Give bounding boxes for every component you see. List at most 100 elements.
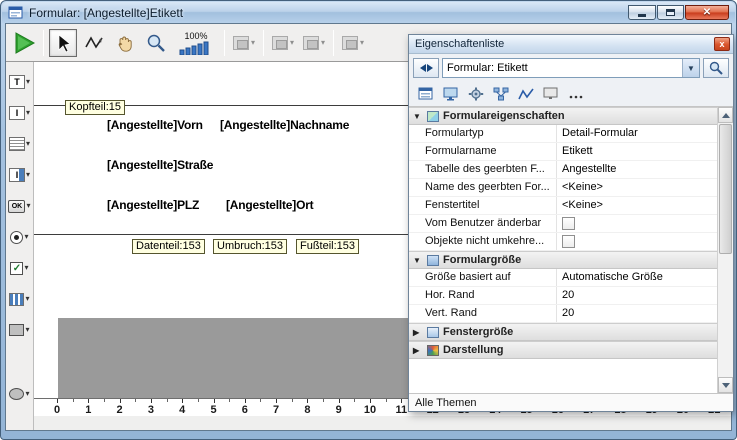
property-value[interactable]: 20 [557, 287, 717, 304]
form-view-button[interactable] [415, 84, 437, 104]
field-nachname[interactable]: [Angestellte]Nachname [220, 118, 349, 132]
property-section-row[interactable]: ▶Darstellung [409, 341, 717, 359]
property-value[interactable]: Etikett [557, 143, 717, 160]
section-tag-footer[interactable]: Fußteil:153 [296, 239, 359, 254]
property-checkbox[interactable] [562, 235, 575, 248]
properties-panel-close-button[interactable]: x [714, 37, 730, 51]
run-form-button[interactable] [10, 29, 38, 57]
field-plz[interactable]: [Angestellte]PLZ [107, 198, 199, 212]
field-ort[interactable]: [Angestellte]Ort [226, 198, 313, 212]
property-value[interactable] [557, 215, 717, 232]
ruler-minor-tick [354, 399, 355, 402]
search-properties-button[interactable] [703, 58, 729, 78]
gear-icon [468, 87, 484, 101]
property-checkbox[interactable] [562, 217, 575, 230]
curve-view-button[interactable] [515, 84, 537, 104]
titlebar[interactable]: Formular: [Angestellte]Etikett ✕ [2, 2, 735, 23]
pan-button[interactable] [111, 29, 139, 57]
screen-view-button[interactable] [540, 84, 562, 104]
listbox-tool-icon [9, 137, 25, 151]
property-row[interactable]: Objekte nicht umkehre... [409, 233, 717, 251]
combobox-tool-button[interactable]: I ▾ [6, 163, 33, 187]
ellipse-tool-button[interactable]: ▾ [6, 382, 33, 406]
property-section-row[interactable]: ▼Formulareigenschaften [409, 107, 717, 125]
settings-button[interactable] [465, 84, 487, 104]
app-window: Formular: [Angestellte]Etikett ✕ [0, 0, 737, 440]
chevron-down-icon: ▾ [360, 39, 364, 47]
property-section-row[interactable]: ▶Fenstergröße [409, 323, 717, 341]
ruler-tick [120, 399, 121, 403]
size-icon [427, 255, 439, 266]
zoom-button[interactable] [142, 29, 170, 57]
theme-filter-bar[interactable]: Alle Themen [409, 393, 733, 411]
ruler-tick [151, 399, 152, 403]
button-tool-button[interactable]: OK ▾ [6, 194, 33, 218]
toolbar-separator [43, 30, 44, 56]
arrange-order-dropdown[interactable]: ▾ [269, 34, 297, 52]
scroll-up-button[interactable] [718, 107, 733, 123]
display-view-button[interactable] [440, 84, 462, 104]
ruler-minor-tick [135, 399, 136, 402]
properties-panel-titlebar[interactable]: Eigenschaftenliste x [409, 35, 733, 54]
property-row[interactable]: Tabelle des geerbten F...Angestellte [409, 161, 717, 179]
close-button[interactable]: ✕ [685, 5, 729, 20]
property-value[interactable]: 20 [557, 305, 717, 322]
align-objects-dropdown[interactable]: ▾ [230, 34, 258, 52]
property-section-row[interactable]: ▼Formulargröße [409, 251, 717, 269]
radio-button-tool-button[interactable]: ▾ [6, 225, 33, 249]
collapse-triangle-icon[interactable]: ▼ [413, 256, 423, 265]
minimize-button[interactable] [628, 5, 656, 20]
property-value[interactable]: Automatische Größe [557, 269, 717, 286]
columns-tool-button[interactable]: ▾ [6, 287, 33, 311]
property-row[interactable]: FormulartypDetail-Formular [409, 125, 717, 143]
expand-triangle-icon[interactable]: ▶ [413, 328, 423, 337]
property-row[interactable]: Vert. Rand20 [409, 305, 717, 323]
property-row[interactable]: FormularnameEtikett [409, 143, 717, 161]
button-tool-icon: OK [8, 200, 25, 213]
ruler-minor-tick [73, 399, 74, 402]
ellipsis-icon [568, 87, 584, 101]
section-tag-break[interactable]: Umbruch:153 [213, 239, 287, 254]
rectangle-tool-button[interactable]: ▾ [6, 318, 33, 342]
form-selector-dropdown[interactable]: Formular: Etikett ▼ [442, 58, 700, 78]
property-row[interactable]: Name des geerbten For...<Keine> [409, 179, 717, 197]
chevron-down-icon: ▼ [682, 59, 699, 77]
chevron-down-icon: ▾ [25, 295, 29, 303]
minimize-icon [638, 14, 646, 17]
prev-next-object-button[interactable] [413, 58, 439, 78]
edit-field-tool-button[interactable]: I ▾ [6, 101, 33, 125]
property-value[interactable]: Detail-Formular [557, 125, 717, 142]
property-value[interactable]: <Keine> [557, 197, 717, 214]
scrollbar-thumb[interactable] [719, 124, 732, 254]
collapse-triangle-icon[interactable]: ▼ [413, 112, 423, 121]
draw-polyline-button[interactable] [80, 29, 108, 57]
chevron-down-icon: ▾ [26, 78, 30, 86]
scroll-down-button[interactable] [718, 377, 733, 393]
hand-icon [114, 32, 136, 54]
properties-scrollbar[interactable] [717, 107, 733, 393]
property-row[interactable]: Vom Benutzer änderbar [409, 215, 717, 233]
field-strasse[interactable]: [Angestellte]Straße [107, 158, 213, 172]
property-value[interactable]: <Keine> [557, 179, 717, 196]
listbox-tool-button[interactable]: ▾ [6, 132, 33, 156]
select-pointer-button[interactable] [49, 29, 77, 57]
label-tool-button[interactable]: T ▾ [6, 70, 33, 94]
field-vorname[interactable]: [Angestellte]Vorn [107, 118, 203, 132]
group-objects-dropdown[interactable]: ▾ [300, 34, 328, 52]
property-row[interactable]: Fenstertitel<Keine> [409, 197, 717, 215]
checkbox-tool-button[interactable]: ✓ ▾ [6, 256, 33, 280]
property-value[interactable] [557, 233, 717, 250]
property-value[interactable]: Angestellte [557, 161, 717, 178]
expand-triangle-icon[interactable]: ▶ [413, 346, 423, 355]
maximize-button[interactable] [657, 5, 684, 20]
more-options-button[interactable] [565, 84, 587, 104]
property-row[interactable]: Hor. Rand20 [409, 287, 717, 305]
layout-dropdown[interactable]: ▾ [339, 34, 367, 52]
property-row[interactable]: Größe basiert aufAutomatische Größe [409, 269, 717, 287]
connections-button[interactable] [490, 84, 512, 104]
zoom-level-control[interactable]: 100% [173, 28, 219, 58]
section-tag-header[interactable]: Kopfteil:15 [65, 100, 125, 115]
ruler-number: 1 [85, 404, 91, 416]
ruler-number: 9 [336, 404, 342, 416]
section-tag-detail[interactable]: Datenteil:153 [132, 239, 205, 254]
